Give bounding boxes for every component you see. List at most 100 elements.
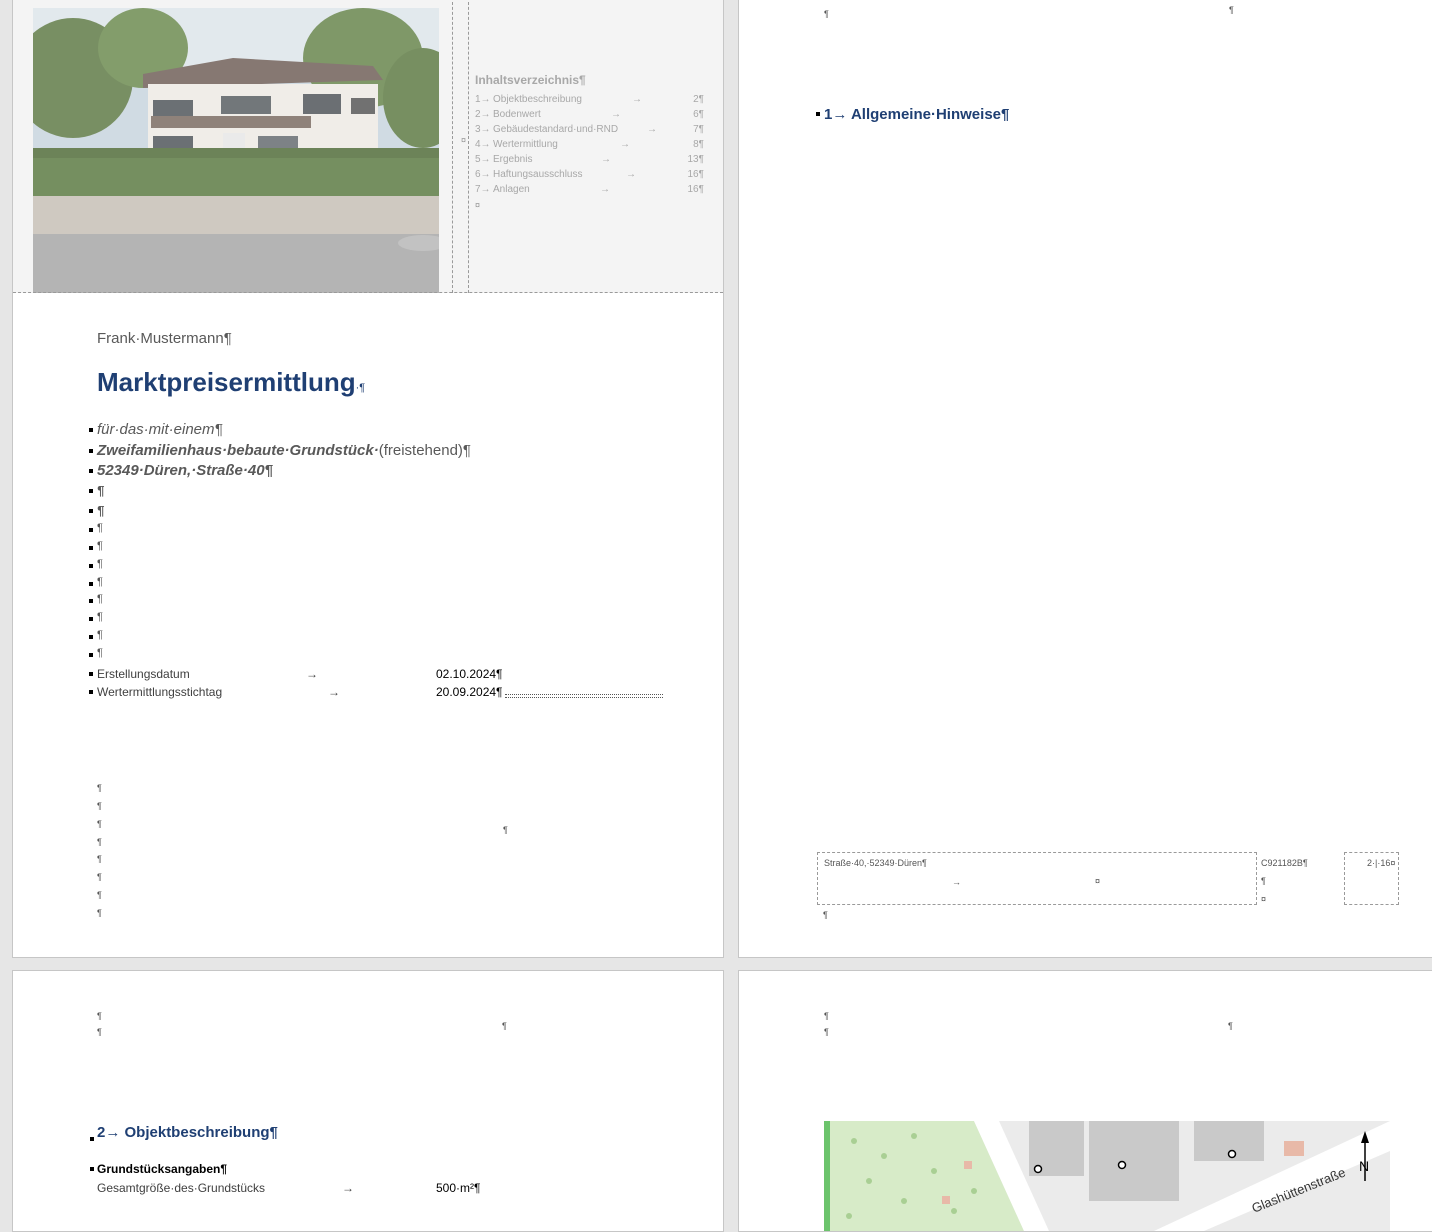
footer-address: Straße·40,·52349·Düren¶ <box>824 858 927 868</box>
tab-mark: → <box>952 877 961 887</box>
toc-number: 7→ <box>475 184 491 195</box>
bullet <box>89 428 93 432</box>
bullet <box>90 1167 94 1171</box>
title-mark: ·¶ <box>355 382 366 394</box>
toc-item[interactable]: 6→ Haftungsausschluss → 16¶ <box>475 169 704 183</box>
toc-item[interactable]: 4→ Wertermittlung → 8¶ <box>475 139 704 153</box>
heading-objektbeschreibung: 2→ Objektbeschreibung¶ <box>97 1124 278 1141</box>
empty-paragraph: ¶ <box>823 910 828 920</box>
toc-number: 2→ <box>475 109 491 120</box>
toc-page: 7¶ <box>693 124 704 135</box>
empty-paragraph: ¶ <box>97 503 105 518</box>
north-arrow-label: N <box>1359 1158 1369 1174</box>
plot-size-value[interactable]: 500·m²¶ <box>436 1181 480 1195</box>
empty-paragraph: ¶ <box>1228 1021 1233 1031</box>
empty-paragraph: ¶ <box>97 629 103 641</box>
footer-page-number: 2·|·16¤ <box>1367 858 1396 868</box>
empty-paragraph: ¶ <box>97 540 103 552</box>
bullet <box>89 489 93 493</box>
tab-mark: → <box>626 169 636 180</box>
valuation-date-value[interactable]: 20.09.2024¶ <box>436 685 503 699</box>
toc-label: Ergebnis <box>493 154 533 165</box>
footer-code: C921182B¶ <box>1261 858 1308 868</box>
bullet <box>89 509 93 513</box>
toc-number: 3→ <box>475 124 491 135</box>
tab-mark: → <box>611 109 621 120</box>
empty-paragraph: ¶ <box>97 558 103 570</box>
column-guide <box>468 0 469 293</box>
header-boundary <box>13 292 723 293</box>
empty-paragraph: ¶ <box>97 837 102 847</box>
toc-page: 6¶ <box>693 109 704 120</box>
tab-mark: → <box>647 124 657 135</box>
document-title: Marktpreisermittlung·¶ <box>97 367 365 398</box>
toc-item[interactable]: 1→ Objektbeschreibung → 2¶ <box>475 94 704 108</box>
cell-end-mark: ¤ <box>461 135 467 145</box>
tab-mark: → <box>342 1181 354 1195</box>
toc-label: Wertermittlung <box>493 139 558 150</box>
bullet <box>89 546 93 550</box>
bullet <box>89 469 93 473</box>
toc-page: 13¶ <box>687 154 705 165</box>
toc-end-mark: ¤ <box>475 200 481 210</box>
empty-paragraph: ¶ <box>824 9 829 19</box>
empty-paragraph: ¶ <box>1229 5 1234 15</box>
toc-page: 8¶ <box>693 139 704 150</box>
bullet <box>89 449 93 453</box>
toc-number: 1→ <box>475 94 491 105</box>
tab-mark: → <box>328 685 340 699</box>
valuation-date-label: Wertermittlungsstichtag <box>97 685 223 699</box>
cell-end-mark: ¤ <box>1261 894 1267 904</box>
bullet <box>89 690 93 694</box>
toc-number: 4→ <box>475 139 491 150</box>
empty-paragraph: ¶ <box>97 890 102 900</box>
subtitle-suffix: (freistehend)¶ <box>378 442 471 459</box>
toc-page: 16¶ <box>687 184 705 195</box>
heading-allgemeine-hinweise: 1→ Allgemeine·Hinweise¶ <box>824 106 1010 123</box>
page-3: ¶ ¶ ¶ 2→ Objektbeschreibung¶ Grundstücks… <box>12 970 724 1232</box>
subtitle-line: Zweifamilienhaus·bebaute·Grundstück·(fre… <box>97 442 471 460</box>
subtitle-line: 52349·Düren,·Straße·40¶ <box>97 462 273 479</box>
toc-label: Objektbeschreibung <box>493 94 582 105</box>
toc-item[interactable]: 5→ Ergebnis → 13¶ <box>475 154 704 168</box>
title-text: Marktpreisermittlung <box>97 367 356 397</box>
toc-item[interactable]: 3→ Gebäudestandard·und·RND → 7¶ <box>475 124 704 138</box>
empty-paragraph: ¶ <box>503 825 508 835</box>
page-4: ¶ ¶ ¶ Glashüttenstraße N <box>738 970 1432 1232</box>
empty-paragraph: ¶ <box>97 483 105 498</box>
page-2: ¶ ¶ 1→ Allgemeine·Hinweise¶ Straße·40,·5… <box>738 0 1432 958</box>
subtitle-line: für·das·mit·einem¶ <box>97 421 223 438</box>
bullet <box>89 582 93 586</box>
tab-mark: → <box>620 139 630 150</box>
creation-date-value[interactable]: 02.10.2024¶ <box>436 667 503 681</box>
toc-item[interactable]: 2→ Bodenwert → 6¶ <box>475 109 704 123</box>
toc-page: 16¶ <box>687 169 705 180</box>
empty-paragraph: ¶ <box>97 522 103 534</box>
field-underline <box>505 694 663 698</box>
empty-paragraph: ¶ <box>97 576 103 588</box>
bullet <box>89 617 93 621</box>
toc-label: Haftungsausschluss <box>493 169 583 180</box>
page-1: ¤ Inhaltsverzeichnis¶ 1→ Objektbeschreib… <box>12 0 724 958</box>
tab-mark: → <box>601 154 611 165</box>
empty-paragraph: ¶ <box>97 819 102 829</box>
empty-paragraph: ¶ <box>97 611 103 623</box>
bullet <box>816 112 820 116</box>
toc-label: Gebäudestandard·und·RND <box>493 124 619 135</box>
toc-label: Anlagen <box>493 184 530 195</box>
toc-title: Inhaltsverzeichnis¶ <box>475 73 586 87</box>
creation-date-label: Erstellungsdatum <box>97 667 190 681</box>
toc-number: 5→ <box>475 154 491 165</box>
empty-paragraph: ¶ <box>824 1027 829 1037</box>
author-name: Frank·Mustermann¶ <box>97 330 232 347</box>
empty-paragraph: ¶ <box>97 872 102 882</box>
site-map: Glashüttenstraße N <box>824 1121 1390 1231</box>
toc-item[interactable]: 7→ Anlagen → 16¶ <box>475 184 704 198</box>
plot-size-label: Gesamtgröße·des·Grundstücks <box>97 1181 266 1195</box>
tab-mark: → <box>306 667 318 681</box>
toc-number: 6→ <box>475 169 491 180</box>
empty-paragraph: ¶ <box>824 1011 829 1021</box>
bullet <box>89 672 93 676</box>
bullet <box>89 528 93 532</box>
section-grundstuecksangaben: Grundstücksangaben¶ <box>97 1162 228 1176</box>
